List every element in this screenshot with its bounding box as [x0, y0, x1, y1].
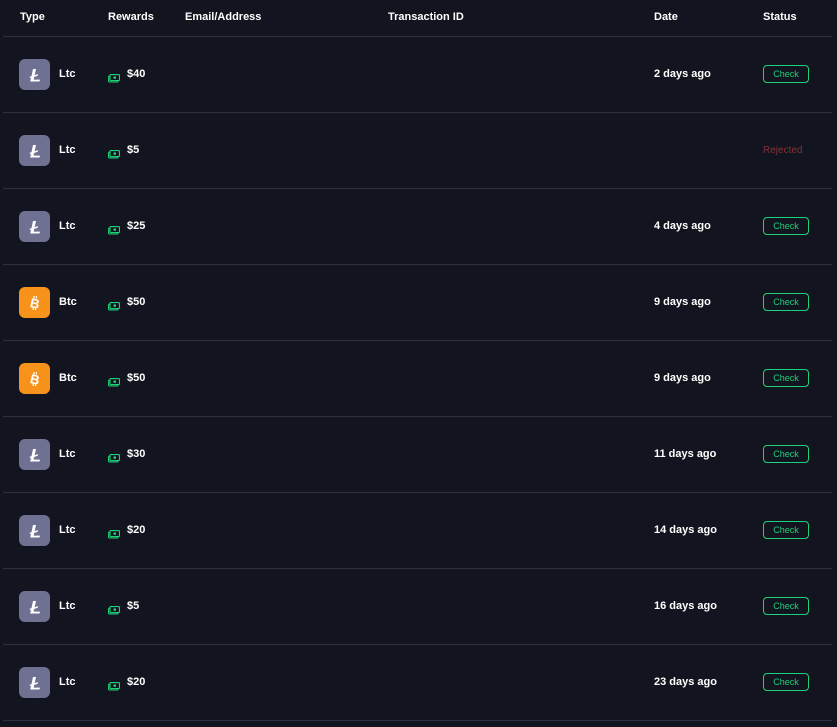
- svg-text:B: B: [28, 371, 40, 387]
- header-date: Date: [654, 11, 678, 23]
- transaction-date: 23 days ago: [654, 676, 717, 688]
- header-rewards: Rewards: [108, 11, 154, 23]
- cash-icon: [108, 450, 121, 463]
- cash-icon: [108, 374, 121, 387]
- check-button[interactable]: Check: [763, 65, 809, 83]
- header-transaction-id: Transaction ID: [388, 11, 464, 23]
- litecoin-icon: [19, 591, 50, 622]
- coin-type-label: Ltc: [59, 600, 76, 612]
- reward-amount: $5: [127, 600, 140, 612]
- litecoin-icon: [19, 439, 50, 470]
- coin-type-label: Btc: [59, 296, 77, 308]
- coin-type-label: Ltc: [59, 448, 76, 460]
- reward-amount: $30: [127, 448, 146, 460]
- reward-amount: $20: [127, 676, 146, 688]
- bitcoin-icon: B: [19, 287, 50, 318]
- reward-amount: $50: [127, 296, 146, 308]
- svg-text:B: B: [28, 295, 40, 311]
- cash-icon: [108, 70, 121, 83]
- transaction-date: 16 days ago: [654, 600, 717, 612]
- reward-amount: $5: [127, 144, 140, 156]
- table-body: Ltc $40 2 days ago Check Ltc $5 Rejected Ltc $25…: [3, 37, 832, 721]
- reward-amount: $25: [127, 220, 146, 232]
- coin-type-label: Ltc: [59, 676, 76, 688]
- check-button[interactable]: Check: [763, 597, 809, 615]
- transaction-date: 4 days ago: [654, 220, 711, 232]
- transaction-date: 11 days ago: [654, 448, 717, 460]
- check-button[interactable]: Check: [763, 293, 809, 311]
- cash-icon: [108, 298, 121, 311]
- table-row: Ltc $20 23 days ago Check: [3, 645, 832, 721]
- cash-icon: [108, 222, 121, 235]
- table-row: Ltc $40 2 days ago Check: [3, 37, 832, 113]
- coin-type-label: Ltc: [59, 524, 76, 536]
- check-button[interactable]: Check: [763, 369, 809, 387]
- reward-amount: $40: [127, 68, 146, 80]
- transaction-date: 14 days ago: [654, 524, 717, 536]
- bitcoin-icon: B: [19, 363, 50, 394]
- table-row: Ltc $25 4 days ago Check: [3, 189, 832, 265]
- litecoin-icon: [19, 515, 50, 546]
- reward-amount: $50: [127, 372, 146, 384]
- litecoin-icon: [19, 667, 50, 698]
- litecoin-icon: [19, 135, 50, 166]
- table-header: Type Rewards Email/Address Transaction I…: [3, 0, 832, 37]
- check-button[interactable]: Check: [763, 217, 809, 235]
- header-email-address: Email/Address: [185, 11, 262, 23]
- header-status: Status: [763, 11, 797, 23]
- table-row: B Btc $50 9 days ago Check: [3, 341, 832, 417]
- rejected-status: Rejected: [763, 145, 803, 156]
- cash-icon: [108, 678, 121, 691]
- coin-type-label: Ltc: [59, 220, 76, 232]
- check-button[interactable]: Check: [763, 521, 809, 539]
- cash-icon: [108, 526, 121, 539]
- table-row: Ltc $5 Rejected: [3, 113, 832, 189]
- transaction-date: 2 days ago: [654, 68, 711, 80]
- reward-amount: $20: [127, 524, 146, 536]
- cash-icon: [108, 602, 121, 615]
- transactions-table: Type Rewards Email/Address Transaction I…: [3, 0, 832, 721]
- table-row: Ltc $5 16 days ago Check: [3, 569, 832, 645]
- cash-icon: [108, 146, 121, 159]
- check-button[interactable]: Check: [763, 445, 809, 463]
- coin-type-label: Ltc: [59, 144, 76, 156]
- check-button[interactable]: Check: [763, 673, 809, 691]
- coin-type-label: Ltc: [59, 68, 76, 80]
- table-row: B Btc $50 9 days ago Check: [3, 265, 832, 341]
- transaction-date: 9 days ago: [654, 296, 711, 308]
- header-type: Type: [20, 11, 45, 23]
- table-row: Ltc $30 11 days ago Check: [3, 417, 832, 493]
- table-row: Ltc $20 14 days ago Check: [3, 493, 832, 569]
- litecoin-icon: [19, 59, 50, 90]
- litecoin-icon: [19, 211, 50, 242]
- coin-type-label: Btc: [59, 372, 77, 384]
- transaction-date: 9 days ago: [654, 372, 711, 384]
